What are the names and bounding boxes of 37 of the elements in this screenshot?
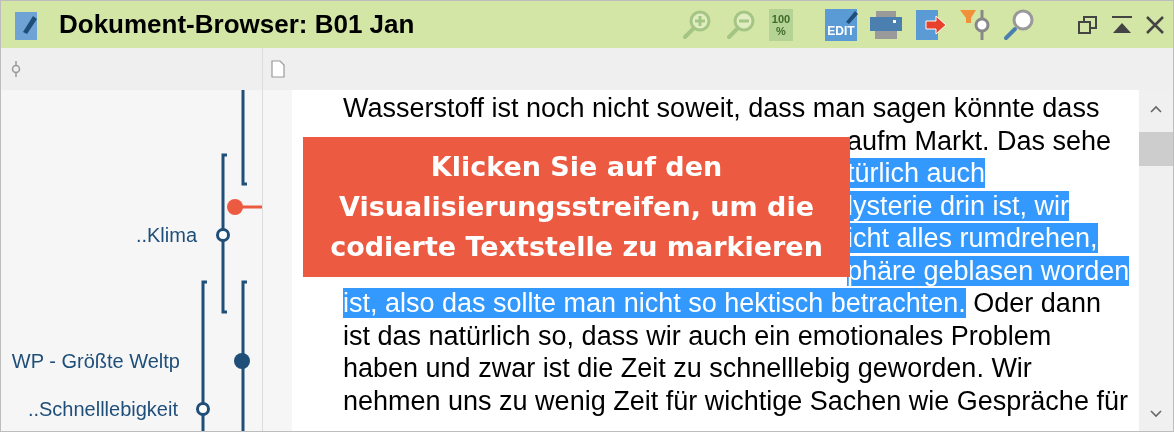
- filter-icon[interactable]: [959, 8, 991, 41]
- coding-stripe[interactable]: [221, 153, 227, 314]
- highlighted-text: türlich auch: [847, 158, 986, 188]
- hollow-marker[interactable]: [216, 228, 230, 242]
- coding-stripe[interactable]: [241, 280, 247, 431]
- text-line: aufm Markt. Das sehe: [847, 125, 1112, 156]
- pin-icon: [11, 61, 21, 77]
- callout-pointer: [227, 199, 262, 215]
- highlighted-text: ist, also das sollte man nicht so hektisch betrachten.: [343, 288, 966, 318]
- code-label[interactable]: ..Schnelllebigkeit: [27, 396, 178, 422]
- text-line: Wasserstoff ist noch nicht soweit, dass man sagen könnte dass: [343, 93, 1100, 123]
- search-icon[interactable]: [1003, 8, 1035, 41]
- highlighted-text: lysterie drin ist, wir: [847, 190, 1070, 221]
- scrollbar[interactable]: [1139, 90, 1173, 431]
- callout: Klicken Sie auf den Visualisierungsstreifen, um die codierte Textstelle zu markieren: [303, 137, 850, 277]
- collapse-icon[interactable]: [1111, 13, 1133, 36]
- code-label[interactable]: WP - Größte Weltp: [11, 348, 180, 374]
- scroll-up-icon[interactable]: [1150, 104, 1162, 114]
- scroll-down-icon[interactable]: [1150, 409, 1162, 419]
- window-title: Dokument-Browser: B01 Jan: [59, 8, 415, 41]
- page-icon: [271, 60, 285, 78]
- text-line: Oder dann: [972, 288, 1101, 318]
- restore-icon[interactable]: [1077, 13, 1099, 36]
- filled-marker[interactable]: [234, 353, 250, 369]
- scroll-thumb[interactable]: [1139, 132, 1173, 166]
- export-icon[interactable]: [915, 8, 947, 41]
- text-line: nehmen uns zu wenig Zeit für wichtige Sachen wie Gespräche für: [343, 385, 1128, 416]
- hollow-marker[interactable]: [196, 402, 210, 416]
- code-label[interactable]: ..Klima: [135, 222, 197, 248]
- close-icon[interactable]: [1145, 14, 1165, 35]
- pen-icon: [843, 8, 859, 25]
- text-line: ist das natürlich so, dass wir auch ein emotionales Problem: [343, 320, 1052, 351]
- document-icon: [15, 9, 39, 40]
- printer-icon[interactable]: [869, 8, 903, 41]
- coding-stripe[interactable]: [241, 90, 247, 186]
- coding-stripe[interactable]: [201, 280, 207, 431]
- text-line: haben und zwar ist die Zeit zu schnelllebig geworden. Wir: [343, 353, 1032, 383]
